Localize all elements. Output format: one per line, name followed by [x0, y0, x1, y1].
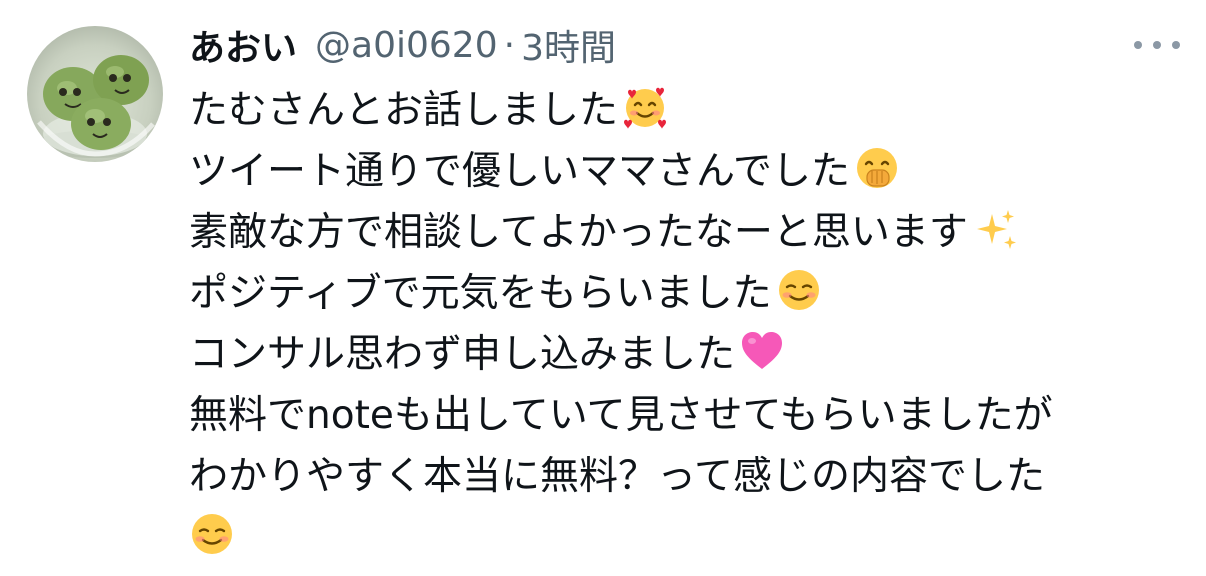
smiling-face-with-hearts-icon [622, 84, 668, 130]
tweet-body: たむさんとお話しました ツイート通りで優しいママさんでした 素敵な方で相談してよ… [189, 76, 1189, 564]
tweet-line: たむさんとお話しました [189, 76, 1189, 137]
tweet-line: わかりやすく本当に無料？って感じの内容でした [189, 442, 1189, 503]
more-dot [1172, 41, 1180, 49]
tweet-line-text: たむさんとお話しました [189, 87, 619, 133]
tweet-line [189, 503, 1189, 564]
pink-heart-icon [739, 328, 785, 374]
tweet-line-text: コンサル思わず申し込みました [189, 331, 736, 377]
smiling-face-icon [776, 267, 822, 313]
more-options-icon[interactable] [1134, 32, 1180, 58]
tweet-line-text: 無料でnoteも出していて見させてもらいましたが [189, 392, 1053, 438]
tweet-line: 無料でnoteも出していて見させてもらいましたが [189, 381, 1189, 442]
timestamp[interactable]: 3時間 [521, 19, 616, 71]
smiling-face-icon [189, 511, 235, 557]
tweet-line-text: 素敵な方で相談してよかったなーと思います [189, 209, 968, 255]
tweet-header: あおい @a0i0620 · 3時間 [189, 18, 616, 72]
tweet-line-text: ポジティブで元気をもらいました [189, 270, 772, 316]
tweet-line: ツイート通りで優しいママさんでした [189, 137, 1189, 198]
more-dot [1134, 41, 1142, 49]
sparkles-icon [972, 206, 1018, 252]
author-display-name[interactable]: あおい [189, 19, 297, 71]
tweet-line: コンサル思わず申し込みました [189, 320, 1189, 381]
tweet-line: 素敵な方で相談してよかったなーと思います [189, 198, 1189, 259]
header-separator: · [503, 24, 516, 66]
tweet-line-text: わかりやすく本当に無料？って感じの内容でした [189, 453, 1046, 499]
tweet-line-text: ツイート通りで優しいママさんでした [189, 148, 851, 194]
tweet-card[interactable]: あおい @a0i0620 · 3時間 たむさんとお話しました ツイート通りで優し… [0, 0, 1206, 576]
more-dot [1153, 41, 1161, 49]
face-with-hand-over-mouth-icon [854, 145, 900, 191]
tweet-line: ポジティブで元気をもらいました [189, 259, 1189, 320]
avatar-image [35, 55, 155, 158]
avatar[interactable] [27, 26, 163, 162]
author-handle[interactable]: @a0i0620 [315, 25, 498, 66]
